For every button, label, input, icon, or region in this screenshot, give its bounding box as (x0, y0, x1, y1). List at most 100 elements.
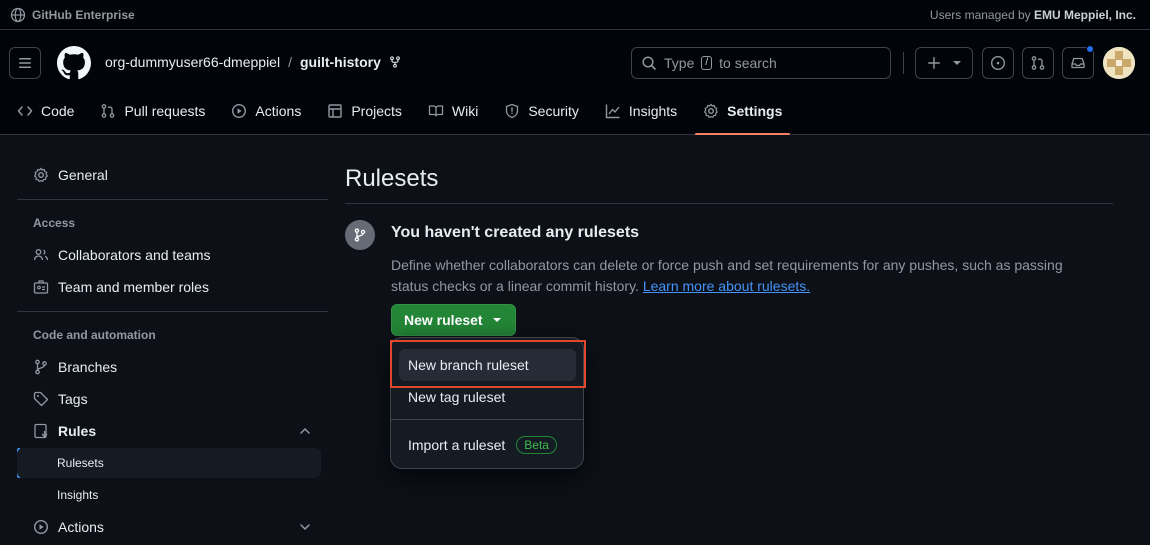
menu-button[interactable] (9, 47, 41, 79)
sidebar-item-label: Branches (58, 359, 118, 375)
tab-label: Wiki (451, 103, 479, 119)
repo-header: org-dummyuser66-dmeppiel / guilt-history… (0, 30, 1150, 135)
sidebar-heading-code: Code and automation (33, 328, 156, 342)
search-icon (641, 55, 657, 71)
tab-label: Settings (727, 103, 783, 119)
table-icon (328, 104, 343, 118)
new-ruleset-label: New ruleset (404, 312, 483, 328)
caret-down-icon (953, 61, 961, 65)
play-icon (232, 103, 247, 119)
tab-settings[interactable]: Settings (695, 94, 791, 135)
sidebar-item-label: General (58, 167, 108, 183)
repo-tabs: Code Pull requests Actions Projects Wiki… (0, 94, 1150, 135)
shield-icon (506, 103, 519, 119)
sidebar-item-tags[interactable]: Tags (17, 384, 321, 414)
header-divider (903, 52, 904, 74)
sidebar-item-label: Collaborators and teams (58, 247, 211, 263)
sidebar-item-rulesets[interactable]: Rulesets (17, 448, 321, 478)
pull-request-icon (1031, 56, 1045, 70)
sidebar-item-actions[interactable]: Actions (17, 512, 321, 542)
empty-state-branch-icon (345, 220, 375, 250)
issues-button[interactable] (982, 47, 1014, 79)
title-divider (345, 203, 1113, 204)
graph-icon (605, 104, 620, 119)
enterprise-name[interactable]: GitHub Enterprise (32, 8, 135, 22)
tab-actions[interactable]: Actions (231, 94, 301, 135)
search-shortcut-key: / (701, 56, 713, 70)
learn-more-link[interactable]: Learn more about rulesets. (643, 278, 810, 294)
sidebar-item-label: Rulesets (57, 456, 104, 470)
book-icon (428, 105, 444, 117)
github-logo-icon[interactable] (57, 46, 91, 80)
repo-push-icon (34, 423, 48, 439)
breadcrumb-org[interactable]: org-dummyuser66-dmeppiel (105, 54, 280, 70)
tab-projects[interactable]: Projects (327, 94, 402, 135)
globe-icon (10, 7, 26, 23)
tab-label: Actions (255, 103, 302, 119)
sidebar-item-branches[interactable]: Branches (17, 352, 321, 382)
sidebar-item-general[interactable]: General (17, 160, 321, 190)
pull-requests-button[interactable] (1022, 47, 1054, 79)
inbox-icon (1071, 57, 1085, 69)
menu-item-label: Import a ruleset (408, 437, 506, 453)
sidebar-item-label: Insights (57, 488, 99, 502)
breadcrumb: org-dummyuser66-dmeppiel / guilt-history (105, 54, 401, 70)
branch-icon (35, 359, 47, 375)
new-ruleset-button[interactable]: New ruleset (391, 304, 516, 336)
breadcrumb-repo[interactable]: guilt-history (300, 54, 381, 70)
search-input[interactable]: Type / to search (631, 47, 891, 79)
tab-insights[interactable]: Insights (605, 94, 677, 135)
managed-prefix: Users managed by (929, 7, 1031, 22)
menu-item-import-ruleset[interactable]: Import a ruleset Beta (399, 429, 576, 461)
caret-down-icon (492, 318, 501, 322)
id-badge-icon (33, 280, 49, 294)
plus-icon (928, 57, 940, 69)
tab-code[interactable]: Code (17, 94, 74, 135)
menu-item-label: New tag ruleset (408, 389, 506, 405)
sidebar-item-collaborators[interactable]: Collaborators and teams (17, 240, 321, 270)
tab-wiki[interactable]: Wiki (428, 94, 478, 135)
avatar[interactable] (1103, 47, 1135, 79)
gear-icon (704, 103, 719, 119)
people-icon (33, 249, 49, 261)
sidebar-heading-access: Access (33, 216, 76, 230)
tab-label: Insights (628, 103, 678, 119)
create-new-button[interactable] (915, 47, 973, 79)
tab-pull-requests[interactable]: Pull requests (100, 94, 205, 135)
managed-org: EMU Meppiel, Inc. (1033, 7, 1136, 22)
highlight-annotation-box (390, 340, 586, 388)
hamburger-icon (19, 58, 31, 68)
chevron-up-icon (300, 427, 310, 434)
pull-request-icon (102, 104, 115, 118)
sidebar-item-label: Team and member roles (58, 279, 209, 295)
tab-label: Security (528, 103, 579, 119)
tab-label: Pull requests (124, 103, 206, 119)
empty-state-description: Define whether collaborators can delete … (391, 255, 1101, 297)
search-prefix: Type (664, 55, 695, 71)
sidebar-item-member-roles[interactable]: Team and member roles (17, 272, 321, 302)
tag-icon (33, 391, 49, 407)
menu-divider (391, 419, 583, 420)
fork-icon (389, 56, 401, 68)
sidebar-item-rules[interactable]: Rules (17, 416, 321, 446)
gear-icon (34, 167, 48, 183)
sidebar-item-rules-insights[interactable]: Insights (17, 480, 321, 510)
sidebar-divider (17, 311, 328, 312)
empty-state-title: You haven't created any rulesets (391, 224, 640, 241)
page-title: Rulesets (345, 165, 439, 192)
code-icon (17, 106, 33, 116)
sidebar-item-label: Rules (58, 423, 97, 439)
notification-dot (1086, 45, 1094, 53)
issue-icon (990, 55, 1006, 71)
sidebar-divider (17, 199, 328, 200)
beta-badge: Beta (516, 436, 557, 454)
sidebar-item-label: Actions (58, 519, 104, 535)
breadcrumb-separator: / (288, 54, 292, 70)
tab-security[interactable]: Security (504, 94, 579, 135)
chevron-down-icon (300, 524, 310, 531)
tab-label: Projects (351, 103, 402, 119)
enterprise-bar: GitHub Enterprise Users managed by EMU M… (0, 0, 1150, 30)
sidebar-item-label: Tags (58, 391, 88, 407)
managed-by-text: Users managed by EMU Meppiel, Inc. (930, 8, 1136, 22)
play-icon (33, 519, 49, 535)
